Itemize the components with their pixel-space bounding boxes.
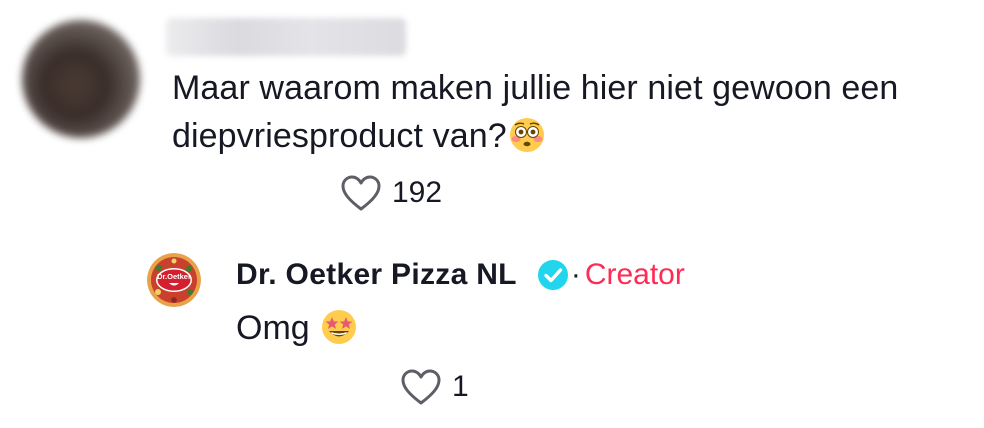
commenter-username-redacted[interactable] (166, 18, 406, 56)
heart-outline-icon[interactable] (340, 174, 382, 212)
comment-like-button[interactable]: 192 (340, 174, 442, 212)
reply-author-name[interactable]: Dr. Oetker Pizza NL (236, 258, 517, 292)
separator-dot: · (570, 258, 581, 291)
commenter-avatar[interactable] (22, 20, 140, 138)
verified-check-icon (537, 260, 568, 290)
comment-body: Maar waarom maken jullie hier niet gewoo… (172, 64, 972, 160)
comments-panel: Maar waarom maken jullie hier niet gewoo… (0, 0, 984, 428)
brand-logo-text: Dr.Oetker (157, 272, 191, 281)
reply-body: Omg (236, 305, 357, 351)
comment-like-count: 192 (392, 176, 443, 209)
flushed-face-emoji (509, 118, 544, 152)
creator-badge: Creator (584, 258, 685, 291)
star-struck-emoji (322, 310, 357, 344)
reply-header: Dr. Oetker Pizza NL · Creator (236, 258, 685, 292)
reply-like-button[interactable]: 1 (400, 368, 469, 406)
reply-like-count: 1 (452, 370, 469, 403)
heart-outline-icon[interactable] (400, 368, 442, 406)
dr-oetker-avatar[interactable]: Dr.Oetker (146, 252, 202, 308)
reply-text: Omg (236, 309, 310, 347)
